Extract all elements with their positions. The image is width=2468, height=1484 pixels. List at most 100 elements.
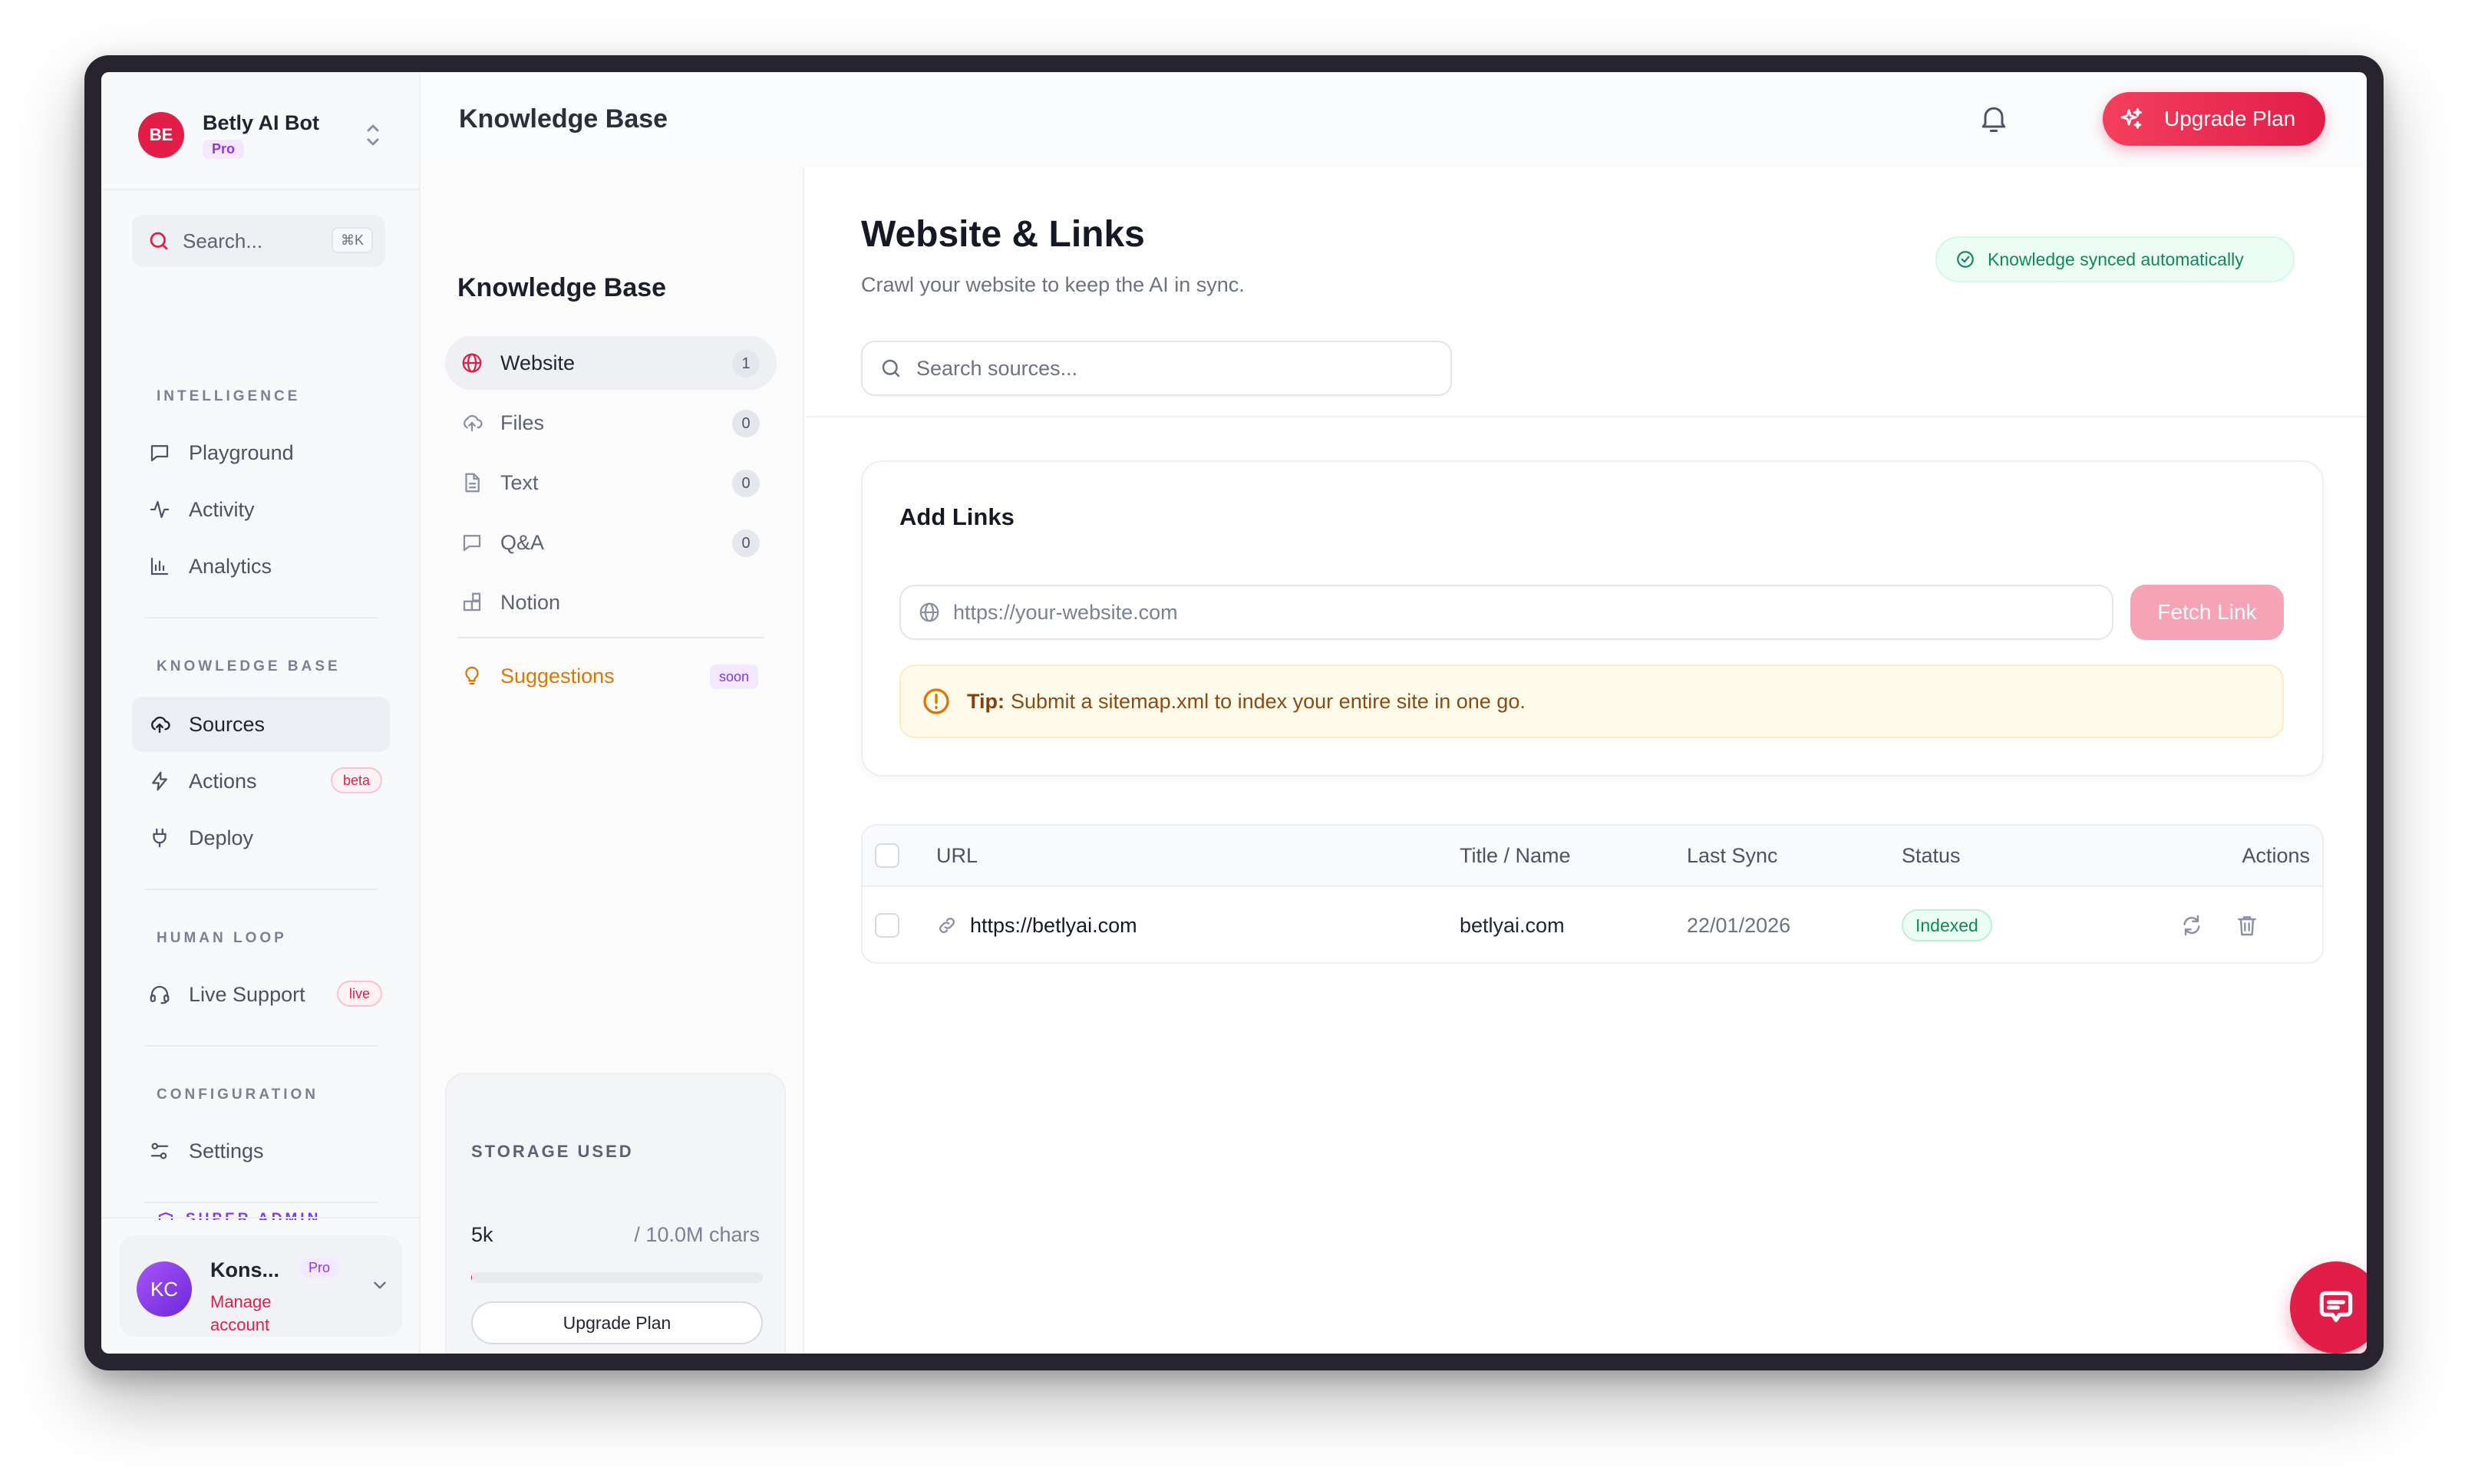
bell-icon[interactable] (1977, 101, 2011, 135)
storage-capacity: / 10.0M chars (634, 1223, 760, 1246)
refresh-icon (2179, 913, 2204, 938)
chat-square-icon (460, 531, 483, 554)
url-cell[interactable]: https://betlyai.com (936, 887, 1137, 962)
source-search-input[interactable]: Search sources... (861, 341, 1452, 396)
sidebar-item-settings[interactable]: Settings (132, 1123, 390, 1179)
plug-icon (146, 824, 173, 852)
lightbulb-icon (460, 665, 483, 688)
delete-button[interactable] (2235, 887, 2259, 962)
url-text: https://betlyai.com (970, 913, 1137, 937)
live-badge: live (336, 981, 382, 1007)
kb-tab-label: Website (500, 351, 576, 374)
column-header-actions: Actions (2242, 843, 2310, 867)
section-label-configuration: CONFIGURATION (157, 1087, 319, 1103)
chat-square-icon (146, 439, 173, 467)
section-label-knowledge-base: KNOWLEDGE BASE (157, 658, 341, 674)
divider (101, 189, 419, 190)
sync-status-text: Knowledge synced automatically (1988, 249, 2244, 269)
sidebar-item-actions[interactable]: Actions beta (132, 754, 390, 809)
upgrade-plan-button[interactable]: Upgrade Plan (2103, 92, 2325, 146)
sidebar-item-sources[interactable]: Sources (132, 697, 390, 752)
divider (144, 617, 378, 618)
chevron-down-icon (370, 1275, 390, 1295)
sidebar-item-label: Playground (189, 440, 294, 464)
shield-icon (157, 1211, 175, 1220)
url-input-placeholder: https://your-website.com (953, 600, 1178, 624)
column-header-last-sync[interactable]: Last Sync (1687, 826, 1778, 885)
search-input[interactable]: Search... ⌘K (132, 215, 385, 267)
globe-icon (460, 351, 483, 374)
storage-used: 5k (471, 1223, 493, 1246)
sidebar-item-deploy[interactable]: Deploy (132, 810, 390, 866)
url-input[interactable]: https://your-website.com (899, 585, 2113, 640)
fetch-link-button[interactable]: Fetch Link (2130, 585, 2284, 640)
notion-blocks-icon (460, 591, 483, 614)
kb-tab-label: Notion (500, 590, 561, 614)
kb-tab-suggestions[interactable]: Suggestions soon (445, 649, 777, 703)
storage-label: STORAGE USED (471, 1142, 634, 1161)
sliders-icon (146, 1137, 173, 1165)
search-placeholder: Search... (183, 229, 263, 252)
column-header-title[interactable]: Title / Name (1460, 826, 1571, 885)
storage-usage-card: STORAGE USED 5k / 10.0M chars Upgrade Pl… (445, 1073, 786, 1354)
status-badge: Indexed (1902, 909, 1992, 942)
kb-tab-label: Suggestions (500, 664, 615, 688)
header: Knowledge Base Upgrade Plan (421, 72, 2367, 167)
kb-tab-label: Q&A (500, 530, 545, 554)
app-screen: BE Betly AI Bot Pro Search... ⌘K INTELLI… (101, 72, 2367, 1354)
bot-name: Betly AI Bot (203, 111, 320, 134)
kb-tab-qa[interactable]: Q&A 0 (445, 516, 777, 569)
add-links-title: Add Links (899, 503, 1015, 530)
avatar: KC (137, 1261, 192, 1317)
sidebar-item-label: Sources (189, 712, 266, 736)
kb-tab-notion[interactable]: Notion (445, 575, 777, 629)
cloud-upload-icon (460, 411, 483, 434)
divider (101, 1217, 419, 1219)
kb-tab-count: 0 (732, 529, 760, 557)
kb-tab-text[interactable]: Text 0 (445, 456, 777, 510)
account-menu[interactable]: KC Kons... Pro Manage account (120, 1235, 402, 1337)
storage-progress-bar (471, 1272, 763, 1283)
user-plan-badge: Pro (299, 1258, 340, 1278)
check-circle-icon (1955, 249, 1975, 269)
column-header-url[interactable]: URL (936, 826, 978, 885)
chat-bubble-icon (2315, 1286, 2357, 1329)
globe-icon (918, 601, 941, 624)
manage-account-link[interactable]: Manage account (210, 1291, 302, 1337)
row-checkbox[interactable] (875, 887, 899, 962)
search-icon (147, 229, 170, 252)
kb-nav-title: Knowledge Base (457, 273, 667, 302)
sidebar-item-analytics[interactable]: Analytics (132, 539, 390, 594)
sidebar-item-live-support[interactable]: Live Support live (132, 967, 390, 1022)
sidebar-item-activity[interactable]: Activity (132, 482, 390, 537)
super-admin-label: SUPER ADMIN (186, 1211, 322, 1220)
sidebar-item-label: Deploy (189, 826, 254, 849)
divider (144, 1202, 378, 1203)
search-shortcut: ⌘K (331, 227, 373, 253)
headset-icon (146, 981, 173, 1008)
bot-switcher[interactable]: BE Betly AI Bot Pro (138, 106, 384, 164)
select-all-checkbox[interactable] (875, 826, 899, 885)
status-cell: Indexed (1902, 887, 1992, 962)
alert-circle-icon (921, 686, 952, 717)
add-links-card: Add Links https://your-website.com Fetch… (861, 460, 2324, 777)
resync-button[interactable] (2179, 887, 2204, 962)
upgrade-plan-label: Upgrade Plan (2164, 107, 2296, 130)
link-icon (936, 915, 958, 936)
soon-badge: soon (709, 665, 758, 689)
column-header-status[interactable]: Status (1902, 826, 1961, 885)
sidebar-item-playground[interactable]: Playground (132, 425, 390, 480)
section-title: Website & Links (861, 214, 1145, 255)
document-icon (460, 471, 483, 494)
storage-upgrade-button[interactable]: Upgrade Plan (471, 1301, 763, 1344)
bot-plan-badge: Pro (203, 140, 245, 159)
tip-text: Submit a sitemap.xml to index your entir… (1011, 689, 1526, 713)
sidebar: BE Betly AI Bot Pro Search... ⌘K INTELLI… (101, 72, 421, 1354)
checkbox-box (875, 913, 899, 938)
bolt-icon (146, 767, 173, 795)
activity-icon (146, 496, 173, 523)
trash-icon (2235, 913, 2259, 938)
kb-tab-website[interactable]: Website 1 (445, 336, 777, 390)
kb-tab-files[interactable]: Files 0 (445, 396, 777, 450)
sidebar-item-label: Activity (189, 497, 255, 521)
